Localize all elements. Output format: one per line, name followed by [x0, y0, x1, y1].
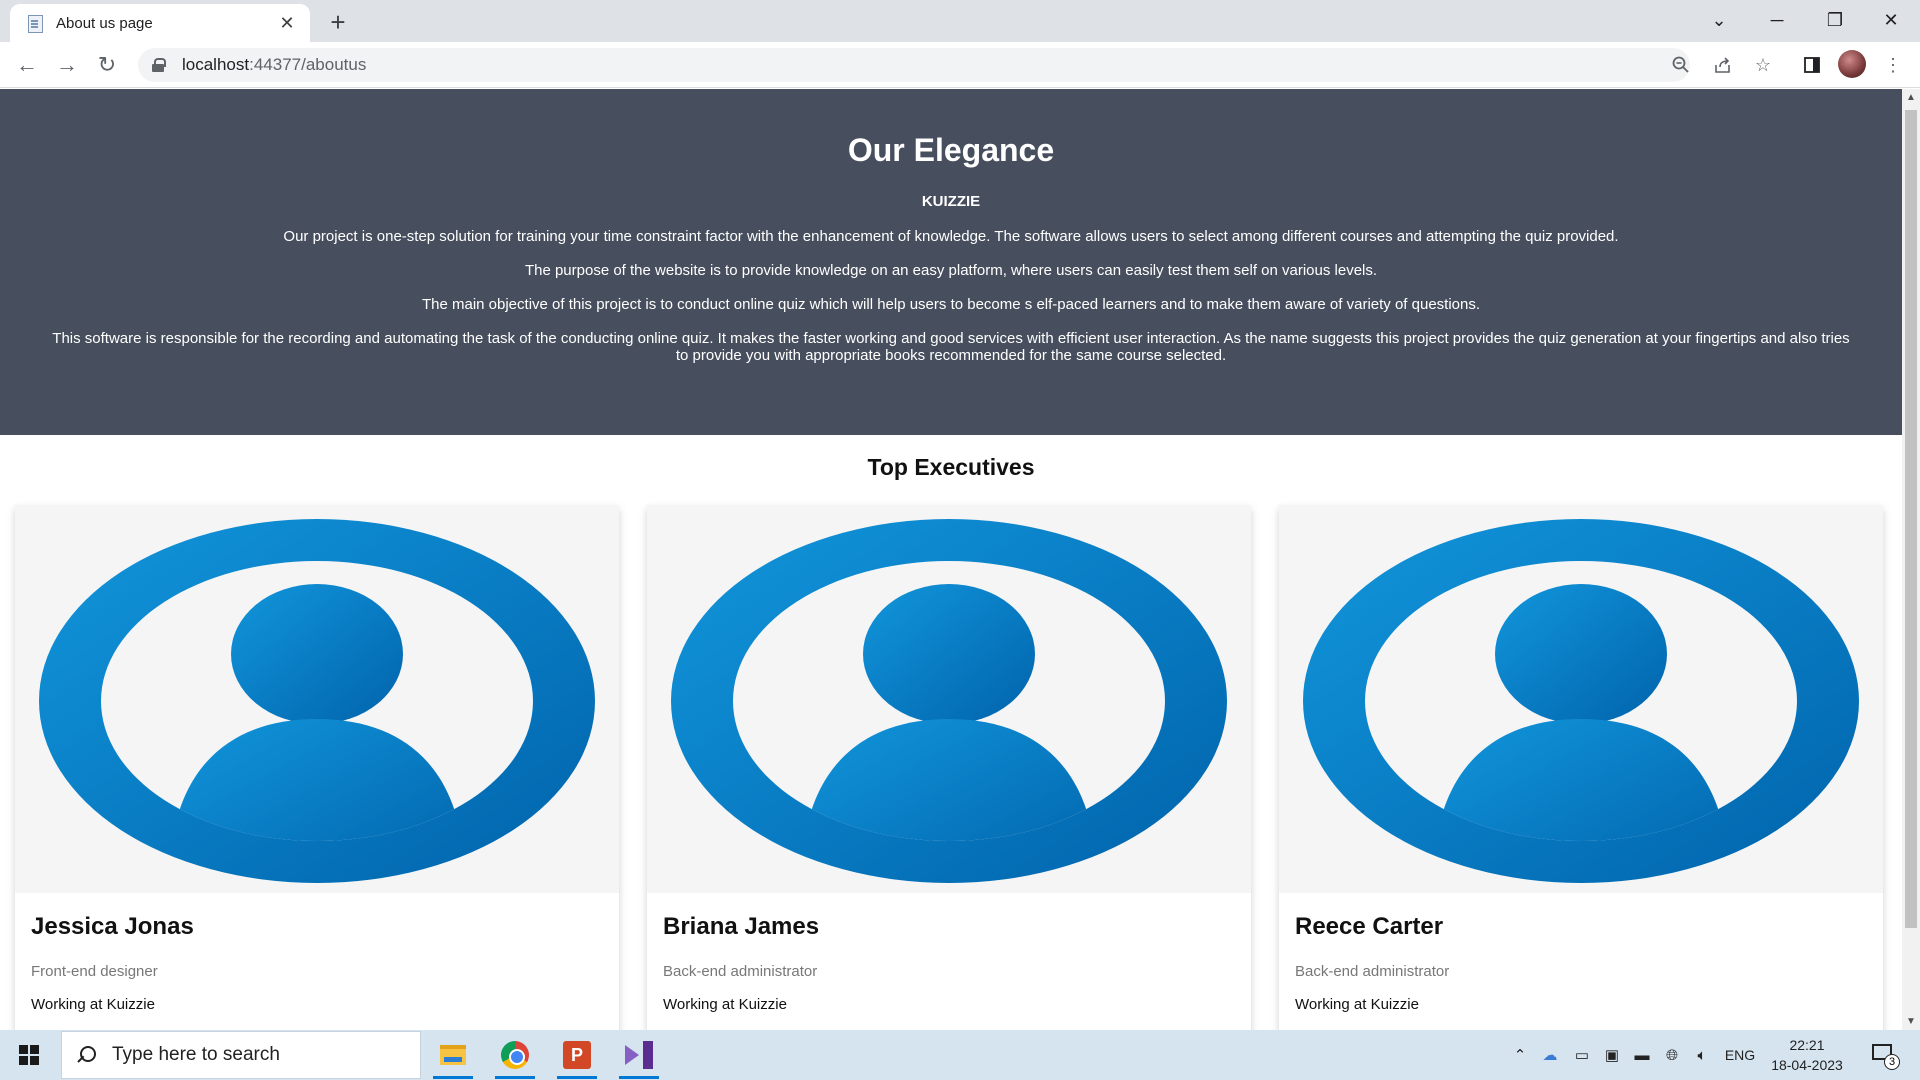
about-hero-section: Our Elegance KUIZZIE Our project is one-… [0, 89, 1902, 435]
reload-icon[interactable]: ↻ [92, 50, 122, 80]
executive-photo [1279, 505, 1883, 893]
clock-date: 18-04-2023 [1771, 1057, 1843, 1073]
close-window-icon[interactable]: ✕ [1862, 0, 1920, 40]
zoom-icon[interactable] [1664, 48, 1698, 82]
profile-avatar[interactable] [1838, 50, 1866, 78]
url-path: :44377/aboutus [249, 55, 367, 74]
taskbar-search-placeholder: Type here to search [112, 1044, 280, 1065]
defender-icon[interactable]: ▣ [1598, 1030, 1626, 1080]
search-icon [78, 1046, 96, 1064]
onedrive-sync-icon[interactable]: ☁ [1536, 1030, 1564, 1080]
section-title: Top Executives [867, 454, 1035, 480]
browser-toolbar: ← → ↻ localhost:44377/aboutus ☆ ⋮ [0, 42, 1920, 88]
page-favicon-icon [26, 13, 44, 33]
tab-title: About us page [56, 14, 153, 32]
powerpoint-app[interactable]: P [549, 1031, 605, 1079]
new-tab-button[interactable]: + [322, 6, 354, 38]
address-bar[interactable]: localhost:44377/aboutus [138, 48, 1690, 82]
page-viewport: Our Elegance KUIZZIE Our project is one-… [0, 89, 1902, 1030]
executive-card: Jessica Jonas Front-end designer Working… [15, 505, 619, 1030]
language-indicator[interactable]: ENG [1720, 1030, 1760, 1080]
user-avatar-icon [1303, 519, 1859, 883]
show-hidden-icons-chevron-up-icon[interactable]: ⌃ [1508, 1030, 1532, 1080]
scroll-up-arrow-icon[interactable]: ▲ [1902, 89, 1920, 106]
restore-icon[interactable]: ❐ [1806, 0, 1864, 40]
executive-role: Back-end administrator [1295, 963, 1450, 980]
powerpoint-icon: P [563, 1041, 591, 1069]
user-avatar-icon [39, 519, 595, 883]
about-paragraph: The purpose of the website is to provide… [524, 262, 1378, 279]
meet-now-icon[interactable]: ▭ [1568, 1030, 1596, 1080]
executive-workplace: Working at Kuizzie [31, 996, 155, 1013]
scroll-down-arrow-icon[interactable]: ▼ [1902, 1013, 1920, 1030]
executive-name: Reece Carter [1295, 913, 1444, 940]
share-icon[interactable] [1706, 48, 1740, 82]
executive-card: Reece Carter Back-end administrator Work… [1279, 505, 1883, 1030]
browser-menu-icon[interactable]: ⋮ [1876, 48, 1910, 82]
browser-tab-strip: About us page ✕ + ⌄ ─ ❐ ✕ [0, 0, 1920, 42]
battery-icon[interactable]: ▬ [1628, 1030, 1656, 1080]
executive-photo [647, 505, 1251, 893]
executive-workplace: Working at Kuizzie [1295, 996, 1419, 1013]
hero-title: Our Elegance [847, 132, 1055, 168]
side-panel-icon[interactable] [1795, 48, 1829, 82]
about-paragraph: Our project is one-step solution for tra… [283, 228, 1619, 245]
executive-name: Briana James [663, 913, 820, 940]
about-paragraph: This software is responsible for the rec… [52, 330, 1850, 364]
brand-name: KUIZZIE [921, 193, 981, 210]
browser-tab-active[interactable]: About us page ✕ [10, 4, 310, 42]
user-avatar-icon [671, 519, 1227, 883]
executive-workplace: Working at Kuizzie [663, 996, 787, 1013]
taskbar-search-box[interactable]: Type here to search [61, 1031, 421, 1079]
url-host: localhost [182, 55, 250, 74]
minimize-icon[interactable]: ─ [1748, 0, 1806, 40]
scrollbar-thumb[interactable] [1905, 110, 1917, 928]
folder-icon [440, 1045, 466, 1065]
tab-close-icon[interactable]: ✕ [276, 13, 298, 34]
notification-center-button[interactable]: 3 [1870, 1040, 1900, 1070]
forward-arrow-icon[interactable]: → [52, 50, 82, 80]
executive-role: Back-end administrator [663, 963, 818, 980]
network-globe-icon[interactable]: 🌐︎ [1658, 1030, 1686, 1080]
clock-time: 22:21 [1789, 1037, 1825, 1053]
executive-photo [15, 505, 619, 893]
executive-role: Front-end designer [31, 963, 158, 980]
volume-icon[interactable]: 🔈︎ [1688, 1030, 1716, 1080]
executive-card: Briana James Back-end administrator Work… [647, 505, 1251, 1030]
about-paragraph: The main objective of this project is to… [421, 296, 1481, 313]
file-explorer-app[interactable] [425, 1031, 481, 1079]
start-button[interactable] [0, 1030, 58, 1080]
notification-count-badge: 3 [1884, 1054, 1900, 1070]
bookmark-star-icon[interactable]: ☆ [1746, 48, 1780, 82]
chrome-app[interactable] [487, 1031, 543, 1079]
chrome-icon [501, 1041, 529, 1069]
taskbar-clock[interactable]: 22:21 18-04-2023 [1770, 1035, 1844, 1075]
lock-icon[interactable] [152, 58, 166, 72]
tab-search-chevron-down-icon[interactable]: ⌄ [1690, 0, 1748, 40]
windows-logo-icon [19, 1045, 39, 1065]
back-arrow-icon[interactable]: ← [12, 50, 42, 80]
executive-name: Jessica Jonas [31, 913, 194, 940]
page-scrollbar[interactable]: ▲ ▼ [1902, 89, 1920, 1030]
windows-taskbar: Type here to search P ⌃ ☁ ▭ ▣ ▬ 🌐︎ 🔈︎ EN… [0, 1030, 1920, 1080]
visual-studio-app[interactable] [611, 1031, 667, 1079]
visual-studio-icon [625, 1041, 653, 1069]
